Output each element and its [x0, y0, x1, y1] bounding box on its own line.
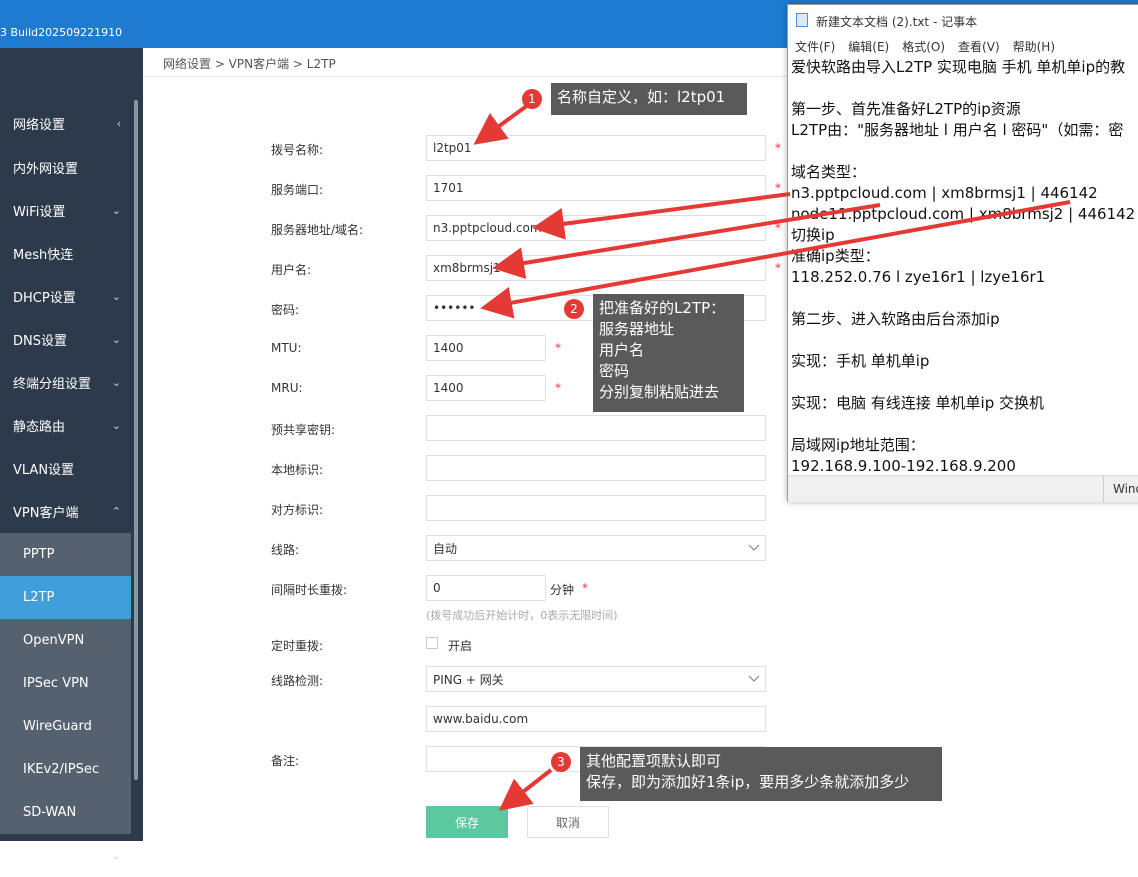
arrow-1: [473, 103, 530, 145]
chevron-icon: ⌄: [111, 849, 121, 862]
callout-step-2: 把准备好的L2TP： 服务器地址 用户名 密码 分别复制粘贴进去: [593, 294, 744, 412]
arrow-3: [498, 768, 553, 811]
annotation-arrows: [473, 103, 1071, 811]
arrow-server: [532, 192, 791, 240]
callout-step-1: 名称自定义，如：l2tp01: [551, 83, 747, 115]
step-badge-2: 2: [564, 299, 584, 319]
callout-step-3: 其他配置项默认即可 保存，即为添加好1条ip，要用多少条就添加多少: [580, 747, 942, 801]
step-badge-1: 1: [522, 89, 542, 109]
step-badge-3: 3: [551, 752, 571, 772]
sidebar-item-label: UPnP设置: [13, 850, 73, 865]
arrow-username: [492, 203, 881, 279]
